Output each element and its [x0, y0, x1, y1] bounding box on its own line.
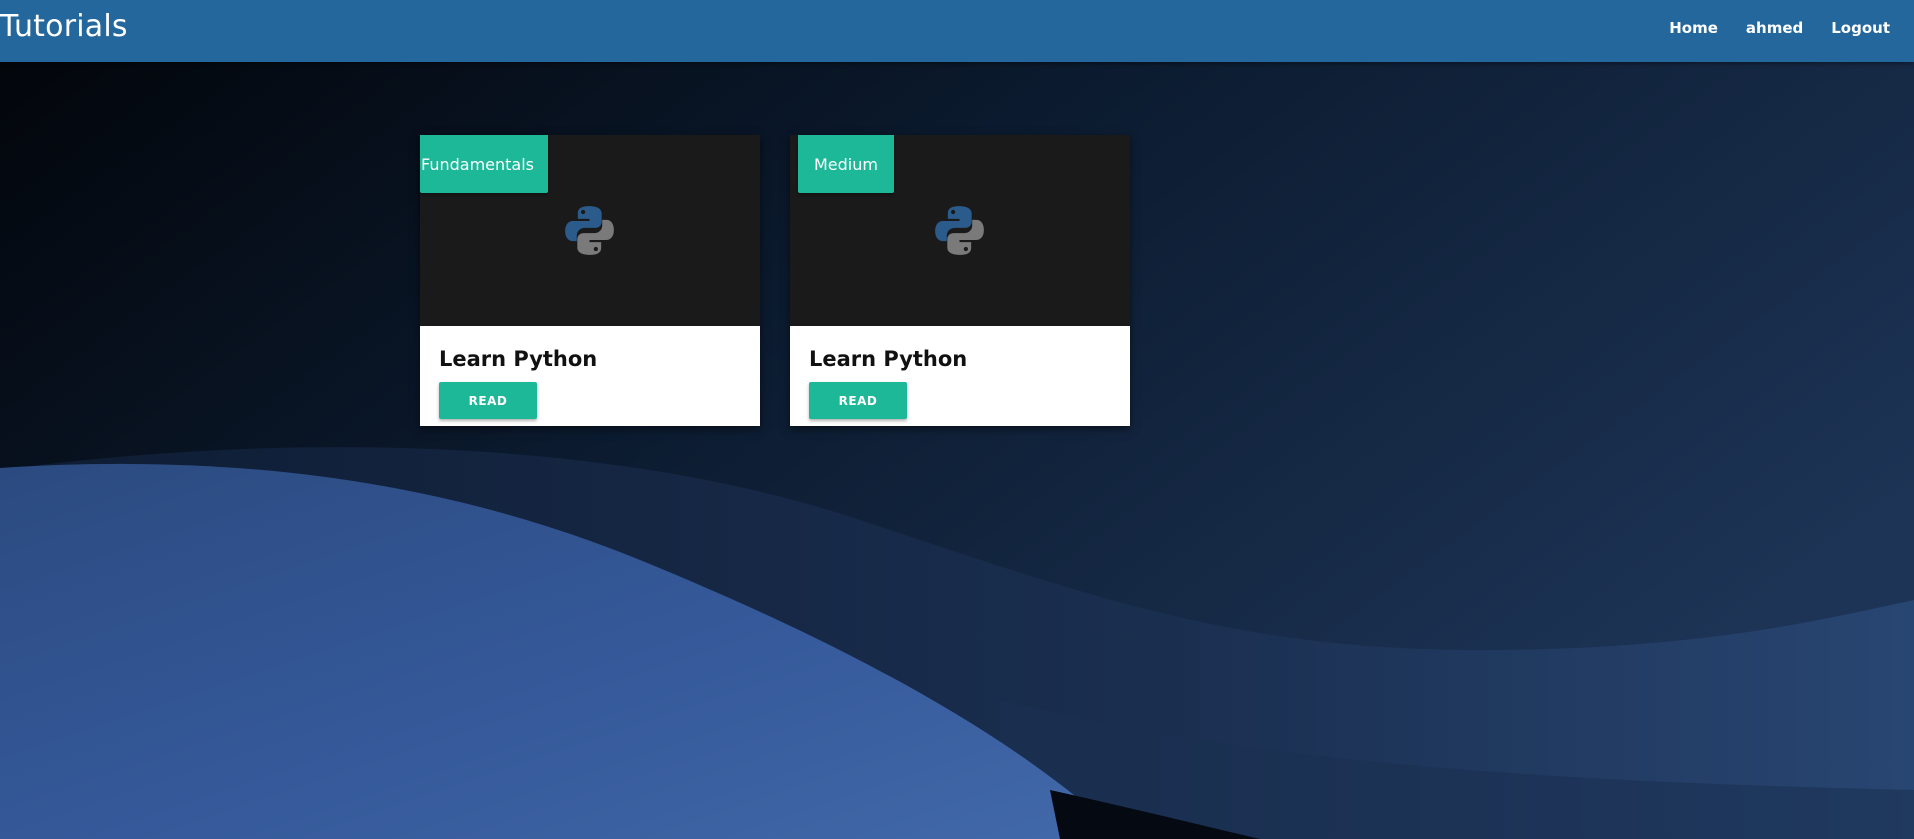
nav-link-user[interactable]: ahmed — [1732, 19, 1817, 37]
card-image: Fundamentals — [420, 135, 760, 326]
nav-link-home[interactable]: Home — [1655, 19, 1732, 37]
level-badge: Medium — [798, 135, 894, 193]
level-badge: Fundamentals — [420, 135, 548, 193]
read-button[interactable]: READ — [809, 382, 907, 419]
brand-logo-text[interactable]: Tutorials — [0, 7, 128, 47]
card-title: Learn Python — [809, 347, 968, 371]
nav-link-logout[interactable]: Logout — [1817, 19, 1904, 37]
python-logo-icon — [935, 206, 984, 255]
python-logo-icon — [565, 206, 614, 255]
card-content: Learn Python READ — [420, 326, 760, 419]
top-navbar: Tutorials Home ahmed Logout — [0, 0, 1914, 62]
card-image: Medium — [790, 135, 1130, 326]
read-button[interactable]: READ — [439, 382, 537, 419]
card-title: Learn Python — [439, 347, 598, 371]
card-content: Learn Python READ — [790, 326, 1130, 419]
tutorial-card: Medium Learn Python READ — [790, 135, 1130, 426]
nav-links: Home ahmed Logout — [1655, 0, 1904, 56]
tutorial-card: Fundamentals Learn Python READ — [420, 135, 760, 426]
tutorial-cards: Fundamentals Learn Python READ Medium Le… — [420, 135, 1130, 426]
